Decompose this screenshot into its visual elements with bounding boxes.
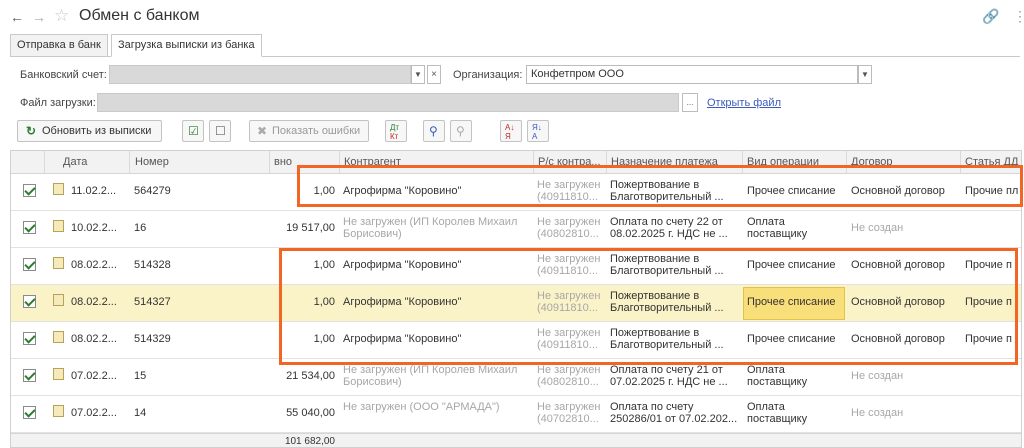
error-icon: ✖ [257,124,268,138]
document-icon [53,220,64,232]
cell-sum: 55 040,00 [286,407,335,419]
document-icon [53,294,64,306]
row-checkbox[interactable] [23,258,36,271]
cell-number: 14 [134,407,147,419]
header-number[interactable]: Номер [129,151,269,174]
highlight-box-1 [297,165,1023,207]
cell-operation: Оплата поставщику [747,364,808,388]
star-icon[interactable]: ☆ [54,7,69,25]
highlight-box-2 [279,248,1018,365]
tab-send-to-bank[interactable]: Отправка в банк [10,34,108,57]
document-icon [53,368,64,380]
cell-date: 08.02.2... [71,259,117,271]
file-path-field[interactable] [97,93,679,112]
header-date[interactable]: Дата [44,151,129,174]
organization-value: Конфетпром ООО [531,68,624,80]
cell-operation: Оплата поставщику [747,216,808,240]
find-button[interactable]: ⚲ [423,120,445,142]
document-icon [53,405,64,417]
cell-number: 15 [134,370,147,382]
refresh-icon: ↻ [26,124,37,138]
show-errors-label: Показать ошибки [272,125,361,137]
sort-asc-button[interactable]: А↓ Я [500,120,522,142]
open-file-link[interactable]: Открыть файл [707,97,781,109]
show-errors-button[interactable]: ✖ Показать ошибки [249,120,369,142]
dropdown-icon[interactable]: ▼ [411,65,425,84]
table-row[interactable]: 10.02.2... 16 19 517,00 Не загружен (ИП Кор… [11,211,1021,248]
cell-number: 514329 [134,333,171,345]
clear-icon[interactable]: × [427,65,441,84]
check-all-icon: ☑ [188,124,199,138]
cell-number: 514327 [134,296,171,308]
table-total-row: 101 682,00 [11,433,1021,447]
cell-purpose: Оплата по счету 22 от 08.02.2025 г. НДС … [610,216,728,240]
cell-account: Не загружен (40702810... [537,401,601,425]
table-row[interactable]: 07.02.2... 14 55 040,00 Не загружен (ООО "А… [11,396,1021,433]
cell-sum: 19 517,00 [286,222,335,234]
page-title: Обмен с банком [79,7,200,24]
cell-number: 514328 [134,259,171,271]
cell-counterparty: Не загружен (ИП Королев Михаил Борисович… [343,364,518,388]
cell-date: 08.02.2... [71,333,117,345]
sort-desc-icon: Я↓ А [532,123,542,141]
header-check [11,151,44,174]
document-icon [53,183,64,195]
cell-sum: 21 534,00 [286,370,335,382]
row-checkbox[interactable] [23,184,36,197]
forward-icon[interactable]: → [30,9,48,25]
cell-date: 10.02.2... [71,222,117,234]
row-checkbox[interactable] [23,221,36,234]
link-icon[interactable]: 🔗 [982,8,999,25]
browse-button[interactable]: ... [682,93,698,112]
cell-date: 08.02.2... [71,296,117,308]
cell-counterparty: Не загружен (ИП Королев Михаил Борисович… [343,216,518,240]
cell-date: 07.02.2... [71,407,117,419]
uncheck-all-icon: ☐ [215,124,226,138]
tab-bar: Отправка в банк Загрузка выписки из банк… [10,34,1020,57]
sort-desc-button[interactable]: Я↓ А [527,120,549,142]
cell-account: Не загружен (40802810... [537,364,601,388]
document-icon [53,331,64,343]
organization-dropdown-icon[interactable]: ▼ [858,65,872,84]
cell-contract: Не создан [851,407,904,419]
sort-asc-icon: А↓ Я [505,123,515,141]
more-icon[interactable]: ⋮ [1013,8,1024,25]
deselect-all-button[interactable]: ☐ [209,120,231,142]
organization-field[interactable]: Конфетпром ООО [526,65,858,84]
cell-counterparty: Не загружен (ООО "АРМАДА") [343,401,500,413]
select-all-button[interactable]: ☑ [182,120,204,142]
row-checkbox[interactable] [23,295,36,308]
dt-kt-button[interactable]: Дт Кт [385,120,407,142]
cell-contract: Не создан [851,370,904,382]
tab-load-statement[interactable]: Загрузка выписки из банка [111,34,262,57]
refresh-label: Обновить из выписки [42,125,152,137]
organization-label: Организация: [453,69,523,81]
bank-account-field[interactable] [109,65,411,84]
back-icon[interactable]: ← [8,9,26,25]
search-icon: ⚲ [429,124,438,138]
file-label: Файл загрузки: [20,97,96,109]
document-icon [53,257,64,269]
cell-date: 11.02.2... [71,185,117,197]
search-cancel-icon: ⚲ [456,124,465,138]
cell-number: 564279 [134,185,171,197]
total-sum: 101 682,00 [284,436,335,447]
cell-contract: Не создан [851,222,904,234]
row-checkbox[interactable] [23,332,36,345]
title-bar: ← → ☆ Обмен с банком 🔗 ⋮ [0,0,1024,34]
cell-operation: Оплата поставщику [747,401,808,425]
cell-purpose: Оплата по счету 250286/01 от 07.02.202..… [610,401,738,425]
debit-credit-icon: Дт Кт [390,123,400,141]
bank-account-label: Банковский счет: [20,69,107,81]
find-cancel-button[interactable]: ⚲ [450,120,472,142]
cell-account: Не загружен (40802810... [537,216,601,240]
row-checkbox[interactable] [23,406,36,419]
cell-number: 16 [134,222,147,234]
cell-date: 07.02.2... [71,370,117,382]
refresh-from-statement-button[interactable]: ↻ Обновить из выписки [17,120,162,142]
row-checkbox[interactable] [23,369,36,382]
cell-purpose: Оплата по счету 21 от 07.02.2025 г. НДС … [610,364,728,388]
